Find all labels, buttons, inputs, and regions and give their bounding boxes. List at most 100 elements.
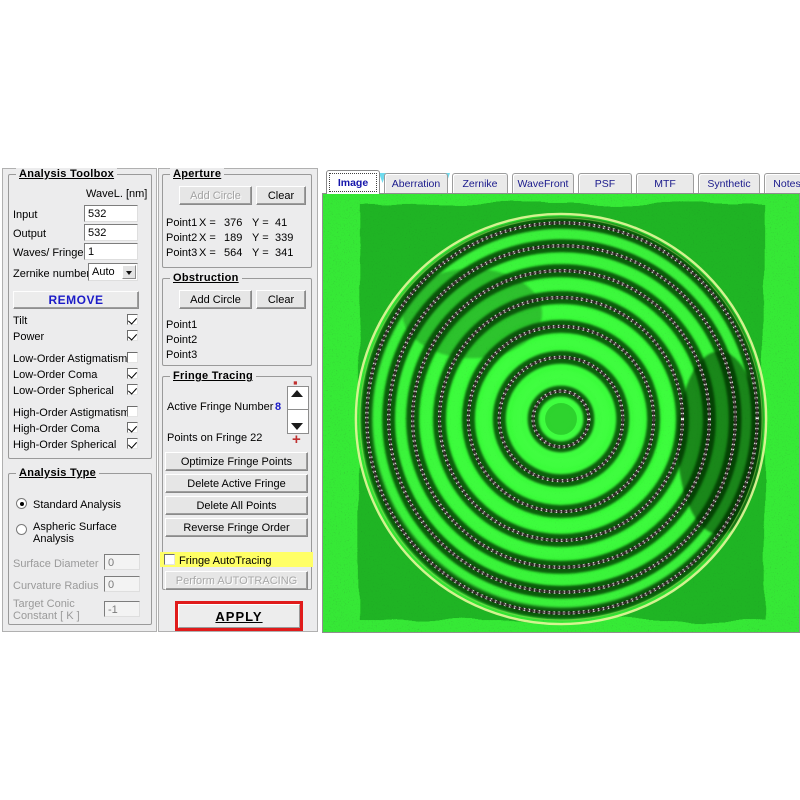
tab-image[interactable]: Image	[326, 170, 380, 194]
spinner-down-arrow-icon[interactable]	[291, 423, 303, 430]
analysis-type-title: Analysis Type	[16, 467, 99, 479]
tab-strip: Image Aberration Zernike WaveFront PSF M…	[322, 168, 800, 194]
aspheric-surface-label-line1: Aspheric Surface	[33, 521, 117, 533]
radio-standard-analysis[interactable]	[16, 498, 27, 509]
tab-mtf-label: MTF	[654, 178, 676, 190]
aberration-checkbox-high-order-astigmatism[interactable]	[127, 406, 138, 417]
interferogram-image	[323, 194, 799, 632]
aperture-point1-x-label: X =	[199, 217, 216, 229]
aberration-label-high-order-spherical: High-Order Spherical	[13, 439, 116, 451]
obstruction-point3: Point3	[166, 349, 197, 361]
active-fringe-spinner[interactable]	[287, 386, 309, 434]
aberration-checkbox-low-order-spherical[interactable]	[127, 384, 138, 395]
waves-per-fringe-label: Waves/ Fringe	[13, 247, 84, 259]
aberration-label-low-order-astigmatism: Low-Order Astigmatism	[13, 353, 127, 365]
aperture-clear-button[interactable]: Clear	[256, 186, 306, 205]
curvature-radius-label: Curvature Radius	[13, 580, 99, 592]
image-view-area: Image Aberration Zernike WaveFront PSF M…	[322, 168, 800, 633]
aperture-point1-y-value: 41	[275, 217, 287, 229]
analysis-toolbox-title: Analysis Toolbox	[16, 168, 117, 180]
aberration-label-tilt: Tilt	[13, 315, 27, 327]
tab-zernike-label: Zernike	[462, 178, 497, 190]
aperture-point3-x-value: 564	[224, 247, 242, 259]
chevron-down-icon[interactable]	[122, 265, 136, 279]
curvature-radius-field[interactable]: 0	[104, 576, 140, 592]
tab-notes[interactable]: Notes	[764, 173, 800, 194]
obstruction-title: Obstruction	[170, 272, 242, 284]
active-fringe-number-label: Active Fringe Number	[167, 401, 273, 413]
aperture-point2-x-label: X =	[199, 232, 216, 244]
aberration-checkbox-power[interactable]	[127, 330, 138, 341]
input-label: Input	[13, 209, 37, 221]
optimize-fringe-points-button[interactable]: Optimize Fringe Points	[165, 452, 308, 471]
tab-aberration[interactable]: Aberration	[384, 173, 448, 194]
spinner-up-arrow-icon[interactable]	[291, 390, 303, 397]
output-wavelength-field[interactable]: 532	[84, 224, 138, 241]
aperture-point2-name: Point2	[166, 232, 197, 244]
surface-diameter-field[interactable]: 0	[104, 554, 140, 570]
tab-zernike[interactable]: Zernike	[452, 173, 508, 194]
aberration-label-high-order-astigmatism: High-Order Astigmatism	[13, 407, 130, 419]
obstruction-point1: Point1	[166, 319, 197, 331]
target-conic-label-line2: Constant [ K ]	[13, 610, 80, 622]
aberration-checkbox-low-order-coma[interactable]	[127, 368, 138, 379]
apply-button-highlight: APPLY	[175, 601, 303, 631]
points-on-fringe-label: Points on Fringe 22	[167, 432, 262, 444]
tab-aberration-label: Aberration	[392, 178, 440, 190]
fringe-autotracing-checkbox[interactable]	[164, 554, 175, 565]
aberration-checkbox-high-order-spherical[interactable]	[127, 438, 138, 449]
input-wavelength-field[interactable]: 532	[84, 205, 138, 222]
tab-notes-label: Notes	[773, 178, 800, 190]
perform-autotracing-button[interactable]: Perform AUTOTRACING	[165, 571, 308, 590]
aspheric-surface-label-line2: Analysis	[33, 533, 74, 545]
aperture-point2-y-value: 339	[275, 232, 293, 244]
aperture-point1-x-value: 376	[224, 217, 242, 229]
apply-button[interactable]: APPLY	[178, 604, 300, 628]
fringe-autotracing-label: Fringe AutoTracing	[179, 555, 272, 567]
aberration-label-low-order-coma: Low-Order Coma	[13, 369, 97, 381]
obstruction-add-circle-button[interactable]: Add Circle	[179, 290, 252, 309]
aperture-point1-y-label: Y =	[252, 217, 269, 229]
aperture-point3-x-label: X =	[199, 247, 216, 259]
aperture-point2-x-value: 189	[224, 232, 242, 244]
tab-wavefront[interactable]: WaveFront	[512, 173, 574, 194]
tab-psf[interactable]: PSF	[578, 173, 632, 194]
fringe-tracing-title: Fringe Tracing	[170, 370, 256, 382]
delete-active-fringe-button[interactable]: Delete Active Fringe	[165, 474, 308, 493]
tab-wavefront-label: WaveFront	[518, 178, 569, 190]
remove-button[interactable]: REMOVE	[13, 291, 139, 309]
aperture-point2-y-label: Y =	[252, 232, 269, 244]
reverse-fringe-order-button[interactable]: Reverse Fringe Order	[165, 518, 308, 537]
aperture-point3-y-value: 341	[275, 247, 293, 259]
aperture-point3-name: Point3	[166, 247, 197, 259]
aperture-add-circle-button[interactable]: Add Circle	[179, 186, 252, 205]
surface-diameter-label: Surface Diameter	[13, 558, 99, 570]
target-conic-constant-field[interactable]: -1	[104, 601, 140, 617]
aberration-checkbox-tilt[interactable]	[127, 314, 138, 325]
standard-analysis-label: Standard Analysis	[33, 499, 121, 511]
aperture-point1-name: Point1	[166, 217, 197, 229]
aberration-label-high-order-coma: High-Order Coma	[13, 423, 100, 435]
fringe-increment-icon[interactable]: +	[292, 435, 301, 445]
target-conic-label-line1: Target Conic	[13, 598, 75, 610]
obstruction-clear-button[interactable]: Clear	[256, 290, 306, 309]
obstruction-point2: Point2	[166, 334, 197, 346]
radio-aspheric-surface-analysis[interactable]	[16, 524, 27, 535]
aberration-checkbox-high-order-coma[interactable]	[127, 422, 138, 433]
aperture-title: Aperture	[170, 168, 224, 180]
aberration-label-low-order-spherical: Low-Order Spherical	[13, 385, 114, 397]
wavelength-header: WaveL. [nm]	[86, 188, 147, 200]
output-label: Output	[13, 228, 46, 240]
interferogram-panel[interactable]	[322, 193, 800, 633]
delete-all-points-button[interactable]: Delete All Points	[165, 496, 308, 515]
aberration-checkbox-low-order-astigmatism[interactable]	[127, 352, 138, 363]
waves-per-fringe-field[interactable]: 1	[84, 243, 138, 260]
tab-synthetic[interactable]: Synthetic	[698, 173, 760, 194]
aberration-label-power: Power	[13, 331, 44, 343]
zernike-number-label: Zernike number	[13, 268, 90, 280]
tab-focus-ring	[329, 173, 377, 192]
tab-synthetic-label: Synthetic	[707, 178, 750, 190]
tab-mtf[interactable]: MTF	[636, 173, 694, 194]
tab-psf-label: PSF	[595, 178, 615, 190]
aperture-point3-y-label: Y =	[252, 247, 269, 259]
